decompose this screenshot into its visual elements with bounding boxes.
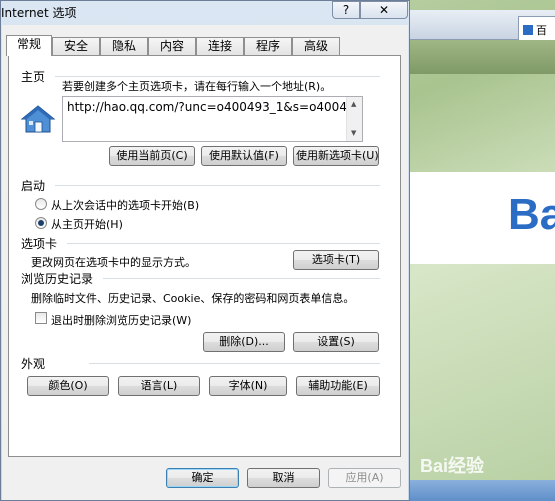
dialog-title: Internet 选项 bbox=[1, 6, 77, 20]
tab-security[interactable]: 安全 bbox=[52, 37, 100, 55]
fonts-button[interactable]: 字体(N) bbox=[209, 376, 287, 396]
apply-button[interactable]: 应用(A) bbox=[328, 468, 401, 488]
tabs-description: 更改网页在选项卡中的显示方式。 bbox=[31, 256, 196, 269]
startup-last-session-label: 从上次会话中的选项卡开始(B) bbox=[51, 199, 200, 212]
watermark: Bai经验 bbox=[420, 452, 484, 478]
browser-tab[interactable]: 百 bbox=[518, 16, 555, 40]
tab-programs[interactable]: 程序 bbox=[244, 37, 292, 55]
help-icon: ? bbox=[342, 3, 350, 17]
baidu-logo: Ba bbox=[508, 190, 555, 239]
help-button[interactable]: ? bbox=[332, 1, 360, 19]
close-button[interactable]: ✕ bbox=[360, 1, 408, 19]
delete-history-on-exit-checkbox[interactable] bbox=[35, 312, 47, 324]
startup-separator bbox=[55, 185, 380, 186]
tabs-settings-button[interactable]: 选项卡(T) bbox=[293, 250, 379, 270]
tab-privacy[interactable]: 隐私 bbox=[100, 37, 148, 55]
accessibility-button[interactable]: 辅助功能(E) bbox=[296, 376, 380, 396]
homepage-section-label: 主页 bbox=[21, 70, 46, 84]
tabs-section-label: 选项卡 bbox=[21, 237, 58, 251]
dialog-titlebar[interactable]: Internet 选项 ? ✕ bbox=[1, 1, 409, 23]
use-default-button[interactable]: 使用默认值(F) bbox=[201, 146, 287, 166]
delete-history-button[interactable]: 删除(D)... bbox=[203, 332, 285, 352]
homepage-address-value: http://hao.qq.com/?unc=o400493_1&s=o4004… bbox=[67, 100, 355, 114]
history-separator bbox=[103, 278, 380, 279]
startup-homepage-label: 从主页开始(H) bbox=[51, 218, 123, 231]
startup-last-session-radio[interactable] bbox=[35, 198, 47, 210]
colors-button[interactable]: 颜色(O) bbox=[27, 376, 109, 396]
close-icon: ✕ bbox=[378, 3, 390, 17]
scroll-up-icon[interactable]: ▲ bbox=[351, 100, 356, 108]
use-current-page-button[interactable]: 使用当前页(C) bbox=[109, 146, 195, 166]
tabs-separator bbox=[67, 243, 380, 244]
watermark-text: Bai经验 bbox=[420, 456, 485, 476]
delete-history-on-exit-label: 退出时删除浏览历史记录(W) bbox=[51, 314, 192, 327]
general-tab-panel: 主页 若要创建多个主页选项卡，请在每行输入一个地址(R)。 http://hao… bbox=[8, 55, 401, 457]
history-section-label: 浏览历史记录 bbox=[21, 272, 94, 286]
ok-button[interactable]: 确定 bbox=[166, 468, 239, 488]
appearance-section-label: 外观 bbox=[21, 357, 46, 371]
background-browser-window: 百 Ba bbox=[410, 0, 555, 501]
history-settings-button[interactable]: 设置(S) bbox=[293, 332, 379, 352]
startup-homepage-radio[interactable] bbox=[35, 217, 47, 229]
scroll-down-icon[interactable]: ▼ bbox=[351, 129, 356, 137]
dialog-client-area: 常规 安全 隐私 内容 连接 程序 高级 主页 若要创建多个主页选项卡，请在每行… bbox=[2, 25, 408, 500]
tab-general[interactable]: 常规 bbox=[6, 35, 52, 56]
taskbar-fragment bbox=[410, 480, 555, 501]
use-new-tab-button[interactable]: 使用新选项卡(U) bbox=[293, 146, 379, 166]
homepage-separator bbox=[55, 76, 380, 77]
tab-advanced[interactable]: 高级 bbox=[292, 37, 340, 55]
homepage-instruction: 若要创建多个主页选项卡，请在每行输入一个地址(R)。 bbox=[62, 80, 332, 93]
languages-button[interactable]: 语言(L) bbox=[118, 376, 200, 396]
browser-toolbar-strip bbox=[410, 40, 555, 74]
appearance-separator bbox=[89, 363, 380, 364]
cancel-button[interactable]: 取消 bbox=[247, 468, 320, 488]
history-description: 删除临时文件、历史记录、Cookie、保存的密码和网页表单信息。 bbox=[31, 292, 355, 305]
home-icon bbox=[21, 105, 55, 133]
homepage-scrollbar[interactable]: ▲ ▼ bbox=[346, 97, 362, 141]
browser-tab-label: 百 bbox=[536, 24, 547, 37]
tab-content[interactable]: 内容 bbox=[148, 37, 196, 55]
startup-section-label: 启动 bbox=[21, 179, 46, 193]
internet-options-dialog: Internet 选项 ? ✕ 常规 安全 隐私 内容 连接 程序 高级 主页 … bbox=[0, 0, 410, 501]
page-favicon-icon bbox=[523, 25, 533, 35]
browser-tab-bar: 百 bbox=[410, 10, 555, 40]
homepage-address-field[interactable]: http://hao.qq.com/?unc=o400493_1&s=o4004… bbox=[62, 96, 363, 142]
tab-connections[interactable]: 连接 bbox=[196, 37, 244, 55]
